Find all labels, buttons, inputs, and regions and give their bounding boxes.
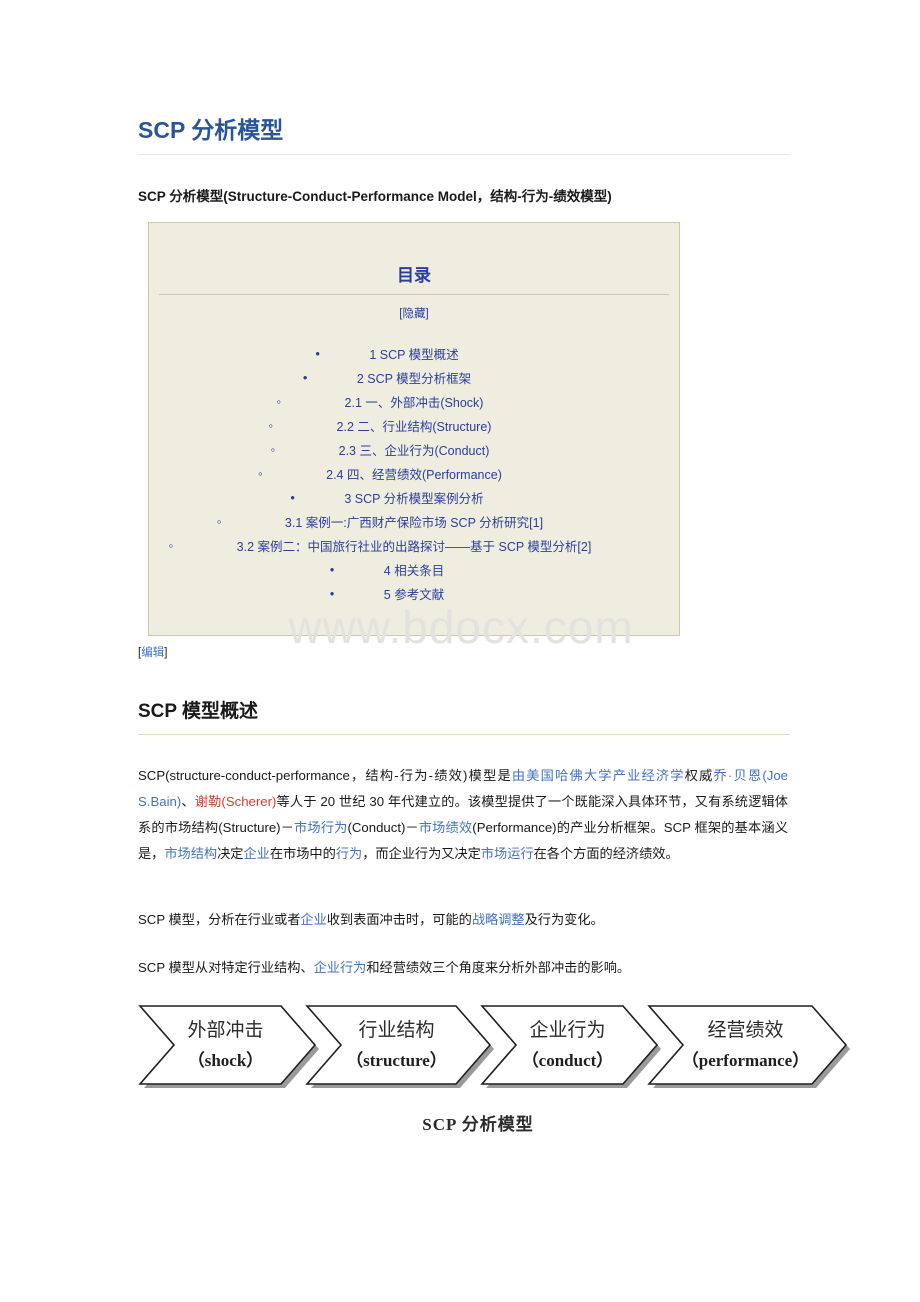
edit-link-wrapper: [编辑] <box>138 644 167 660</box>
toc-item[interactable]: 5 参考文献 <box>149 583 679 607</box>
chevron-shape <box>647 1005 848 1085</box>
p1-text-10: 在各个方面的经济绩效。 <box>533 846 679 861</box>
p3-link-enterprise-behavior[interactable]: 企业行为 <box>314 960 367 975</box>
page-title-block: SCP 分析模型 <box>138 116 790 155</box>
toc-heading-divider <box>159 294 669 295</box>
p3-text-1: SCP 模型从对特定行业结构、 <box>138 960 314 975</box>
table-of-contents: 目录 [隐藏] 1 SCP 模型概述 2 SCP 模型分析框架 2.1 一、外部冲击… <box>148 222 680 636</box>
toc-item-label: 3.2 案例二：中国旅行社业的出路探讨——基于 SCP 模型分析[2] <box>236 540 592 554</box>
toc-item-label: 2 SCP 模型分析框架 <box>356 372 472 386</box>
chevron-label-en: （performance） <box>682 1050 809 1070</box>
chevron-label-cn: 企业行为 <box>529 1019 605 1041</box>
toc-item-label: 4 相关条目 <box>383 564 445 578</box>
p1-link-harvard[interactable]: 由美国哈佛大学产业经济学 <box>512 768 685 783</box>
scp-chevron-diagram: 外部冲击 （shock） 行业结构 （structure） 企业行为 （conduct） 经… <box>138 1000 878 1096</box>
chevron-label-en: （structure） <box>346 1050 447 1070</box>
p1-link-enterprise[interactable]: 企业 <box>244 846 270 861</box>
toc-item-label: 2.1 一、外部冲击(Shock) <box>344 396 484 410</box>
p2-text-3: 及行为变化。 <box>524 912 604 927</box>
toc-list: 1 SCP 模型概述 2 SCP 模型分析框架 2.1 一、外部冲击(Shock) 2… <box>149 343 679 607</box>
p1-text-3: 、 <box>181 794 195 809</box>
toc-heading: 目录 <box>397 266 431 285</box>
toc-item-label: 2.4 四、经营绩效(Performance) <box>326 468 502 482</box>
toc-item-label: 1 SCP 模型概述 <box>369 348 459 362</box>
toc-item-label: 5 参考文献 <box>383 588 445 602</box>
edit-link[interactable]: 编辑 <box>141 647 164 659</box>
p1-text-1: SCP(structure-conduct-performance，结构-行为-… <box>138 768 512 783</box>
toc-item[interactable]: 3 SCP 分析模型案例分析 <box>149 487 679 511</box>
p1-link-behavior[interactable]: 行为 <box>336 846 362 861</box>
section-heading-block: SCP 模型概述 <box>138 700 790 735</box>
toc-item[interactable]: 2.4 四、经营绩效(Performance) <box>149 463 679 487</box>
toc-item[interactable]: 4 相关条目 <box>149 559 679 583</box>
chevron-label-cn: 经营绩效 <box>707 1019 783 1041</box>
toc-toggle-link[interactable]: [隐藏] <box>149 305 679 321</box>
chevron-label-en: （conduct） <box>522 1050 614 1070</box>
chevron-label-en: （shock） <box>188 1050 264 1070</box>
paragraph-shock-analysis: SCP 模型，分析在行业或者企业收到表面冲击时，可能的战略调整及行为变化。 <box>138 907 788 933</box>
p1-link-market-conduct[interactable]: 市场行为 <box>294 820 348 835</box>
p2-link-strategy-adjustment[interactable]: 战略调整 <box>472 912 525 927</box>
toc-item[interactable]: 2.2 二、行业结构(Structure) <box>149 415 679 439</box>
p2-link-enterprise[interactable]: 企业 <box>300 912 326 927</box>
section-divider <box>138 733 790 735</box>
p1-link-market-operation[interactable]: 市场运行 <box>481 846 534 861</box>
chevron-shape <box>305 1005 492 1085</box>
chevron-label-cn: 外部冲击 <box>187 1019 263 1041</box>
chevron-shape <box>138 1005 317 1085</box>
toc-item[interactable]: 2.1 一、外部冲击(Shock) <box>149 391 679 415</box>
diagram-caption: SCP 分析模型 <box>422 1115 534 1134</box>
p2-text-1: SCP 模型，分析在行业或者 <box>138 912 301 927</box>
p2-text-2: 收到表面冲击时，可能的 <box>326 912 472 927</box>
toc-item-label: 3 SCP 分析模型案例分析 <box>344 492 484 506</box>
chevron-svg: 外部冲击 （shock） 行业结构 （structure） 企业行为 （conduct） 经… <box>138 1005 850 1088</box>
toc-item-label: 3.1 案例一:广西财产保险市场 SCP 分析研究[1] <box>284 516 544 530</box>
paragraph-overview: SCP(structure-conduct-performance，结构-行为-… <box>138 763 788 867</box>
p1-text-5: (Conduct)－ <box>347 820 419 835</box>
p1-text-8: 在市场中的 <box>269 846 336 861</box>
toc-item[interactable]: 3.1 案例一:广西财产保险市场 SCP 分析研究[1] <box>149 511 679 535</box>
paragraph-three-angles: SCP 模型从对特定行业结构、企业行为和经营绩效三个角度来分析外部冲击的影响。 <box>138 955 788 981</box>
toc-item[interactable]: 2 SCP 模型分析框架 <box>149 367 679 391</box>
toc-item[interactable]: 1 SCP 模型概述 <box>149 343 679 367</box>
toc-item-label: 2.3 三、企业行为(Conduct) <box>338 444 490 458</box>
toc-item[interactable]: 2.3 三、企业行为(Conduct) <box>149 439 679 463</box>
title-divider <box>138 153 790 155</box>
p1-text-2: 权威 <box>684 768 714 783</box>
p1-link-market-performance[interactable]: 市场绩效 <box>419 820 473 835</box>
chevron-shape <box>480 1005 659 1085</box>
document-page: www.bdocx.com SCP 分析模型 SCP 分析模型(Structur… <box>0 0 920 1302</box>
page-title: SCP 分析模型 <box>138 117 284 143</box>
section-heading: SCP 模型概述 <box>138 701 259 722</box>
p1-text-7: 决定 <box>217 846 244 861</box>
document-subtitle: SCP 分析模型(Structure-Conduct-Performance M… <box>138 189 612 204</box>
chevron-label-cn: 行业结构 <box>358 1019 434 1041</box>
p1-link-market-structure[interactable]: 市场结构 <box>164 846 217 861</box>
p1-text-9: ，而企业行为又决定 <box>362 846 481 861</box>
toc-item[interactable]: 3.2 案例二：中国旅行社业的出路探讨——基于 SCP 模型分析[2] <box>149 535 679 559</box>
toc-item-label: 2.2 二、行业结构(Structure) <box>336 420 492 434</box>
edit-bracket-close: ] <box>164 647 168 659</box>
p1-link-scherer[interactable]: 谢勒(Scherer) <box>195 794 277 809</box>
p3-text-2: 和经营绩效三个角度来分析外部冲击的影响。 <box>366 960 631 975</box>
